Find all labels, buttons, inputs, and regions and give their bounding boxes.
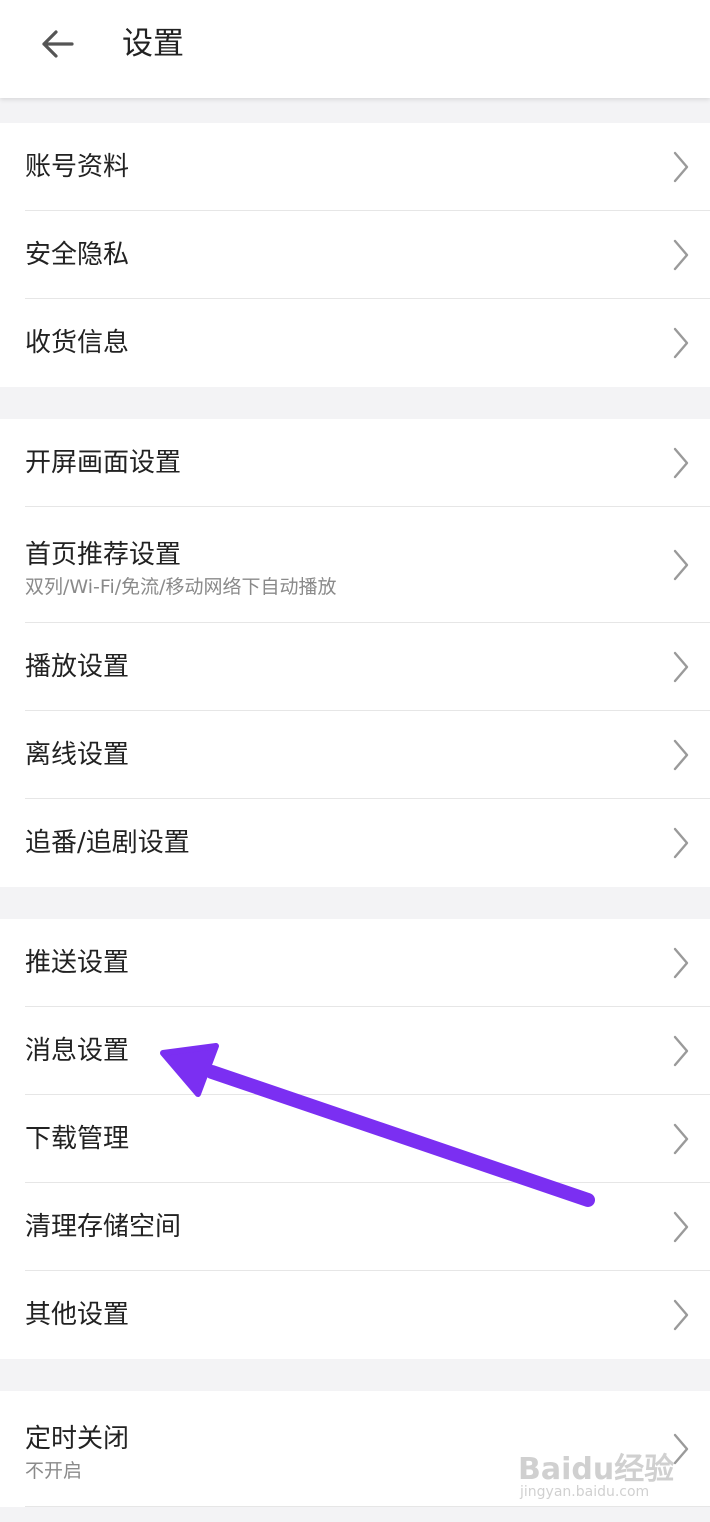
settings-item-security-privacy[interactable]: 安全隐私 bbox=[0, 211, 710, 299]
settings-item-label: 清理存储空间 bbox=[25, 1212, 182, 1242]
settings-item-label: 收货信息 bbox=[25, 328, 130, 358]
settings-item-label: 开屏画面设置 bbox=[25, 448, 182, 478]
settings-item-push[interactable]: 推送设置 bbox=[0, 919, 710, 1007]
settings-item-sublabel: 不开启 bbox=[25, 1460, 83, 1482]
settings-group-account: 账号资料 安全隐私 收货信息 bbox=[0, 123, 710, 387]
chevron-right-icon bbox=[673, 827, 689, 859]
chevron-right-icon bbox=[673, 1433, 689, 1465]
settings-item-label: 追番/追剧设置 bbox=[25, 828, 190, 858]
chevron-right-icon bbox=[673, 1299, 689, 1331]
settings-item-splash-screen[interactable]: 开屏画面设置 bbox=[0, 419, 710, 507]
chevron-right-icon bbox=[673, 651, 689, 683]
settings-item-label: 账号资料 bbox=[25, 152, 130, 182]
settings-item-label: 其他设置 bbox=[25, 1300, 130, 1330]
app-header: 设置 bbox=[0, 0, 710, 98]
settings-item-sleep-timer[interactable]: 定时关闭 不开启 bbox=[0, 1391, 710, 1507]
settings-item-label: 首页推荐设置 bbox=[25, 540, 182, 570]
settings-item-messages[interactable]: 消息设置 bbox=[0, 1007, 710, 1095]
chevron-right-icon bbox=[673, 151, 689, 183]
settings-item-label: 下载管理 bbox=[25, 1124, 130, 1154]
settings-item-other[interactable]: 其他设置 bbox=[0, 1271, 710, 1359]
settings-item-clear-storage[interactable]: 清理存储空间 bbox=[0, 1183, 710, 1271]
settings-group-system: 推送设置 消息设置 下载管理 清理存储空间 其他设置 bbox=[0, 919, 710, 1359]
chevron-right-icon bbox=[673, 947, 689, 979]
chevron-right-icon bbox=[673, 327, 689, 359]
settings-item-account-profile[interactable]: 账号资料 bbox=[0, 123, 710, 211]
settings-group-playback: 开屏画面设置 首页推荐设置 双列/Wi-Fi/免流/移动网络下自动播放 播放设置… bbox=[0, 419, 710, 887]
chevron-right-icon bbox=[673, 447, 689, 479]
settings-item-offline[interactable]: 离线设置 bbox=[0, 711, 710, 799]
chevron-right-icon bbox=[673, 549, 689, 581]
page-title: 设置 bbox=[122, 26, 184, 62]
chevron-right-icon bbox=[673, 239, 689, 271]
settings-group-timer: 定时关闭 不开启 bbox=[0, 1391, 710, 1507]
settings-item-downloads[interactable]: 下载管理 bbox=[0, 1095, 710, 1183]
settings-item-playback[interactable]: 播放设置 bbox=[0, 623, 710, 711]
chevron-right-icon bbox=[673, 1123, 689, 1155]
settings-item-follow-series[interactable]: 追番/追剧设置 bbox=[0, 799, 710, 887]
settings-item-home-recommend[interactable]: 首页推荐设置 双列/Wi-Fi/免流/移动网络下自动播放 bbox=[0, 507, 710, 623]
settings-item-label: 安全隐私 bbox=[25, 240, 130, 270]
chevron-right-icon bbox=[673, 1035, 689, 1067]
settings-item-shipping-info[interactable]: 收货信息 bbox=[0, 299, 710, 387]
chevron-right-icon bbox=[673, 1211, 689, 1243]
settings-item-label: 播放设置 bbox=[25, 652, 130, 682]
chevron-right-icon bbox=[673, 739, 689, 771]
settings-item-label: 离线设置 bbox=[25, 740, 130, 770]
settings-item-label: 定时关闭 bbox=[25, 1424, 130, 1454]
divider bbox=[25, 1506, 710, 1507]
settings-item-label: 消息设置 bbox=[25, 1036, 130, 1066]
settings-item-sublabel: 双列/Wi-Fi/免流/移动网络下自动播放 bbox=[25, 576, 337, 598]
back-button[interactable] bbox=[30, 20, 84, 68]
settings-item-label: 推送设置 bbox=[25, 948, 130, 978]
arrow-left-icon bbox=[42, 30, 74, 58]
